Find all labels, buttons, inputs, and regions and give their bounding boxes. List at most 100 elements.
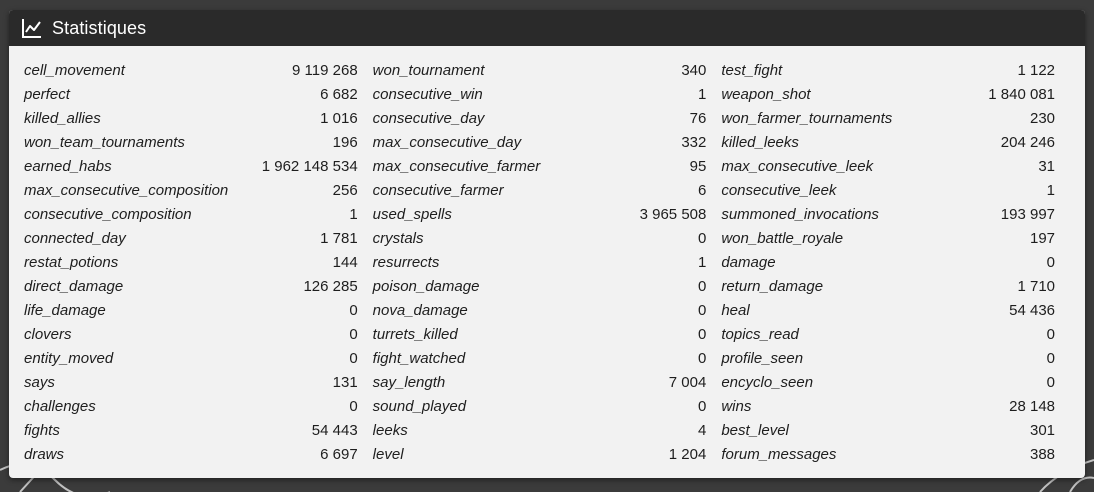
stat-name: summoned_invocations bbox=[721, 205, 879, 223]
panel-title: Statistiques bbox=[52, 17, 147, 38]
stat-name: resurrects bbox=[372, 253, 440, 271]
stat-value: 0 bbox=[1046, 349, 1056, 367]
stat-row: draws 6 697 bbox=[24, 442, 358, 466]
stat-row: won_battle_royale 197 bbox=[721, 226, 1055, 250]
stat-row: level 1 204 bbox=[373, 442, 707, 466]
stat-row: cell_movement 9 119 268 bbox=[24, 58, 358, 82]
stat-value: 301 bbox=[1029, 421, 1056, 439]
stat-name: heal bbox=[721, 301, 750, 319]
stat-row: max_consecutive_composition 256 bbox=[24, 178, 358, 202]
stats-column: cell_movement 9 119 268 perfect 6 682 killed… bbox=[24, 58, 373, 466]
stat-name: leeks bbox=[372, 421, 408, 439]
stat-row: encyclo_seen 0 bbox=[721, 370, 1055, 394]
statistics-panel: Statistiques cell_movement 9 119 268 perfe… bbox=[9, 10, 1085, 478]
stat-name: topics_read bbox=[721, 325, 799, 343]
stat-name: cell_movement bbox=[24, 61, 125, 79]
stat-name: won_team_tournaments bbox=[24, 133, 185, 151]
stat-name: sound_played bbox=[372, 397, 467, 415]
stat-row: weapon_shot 1 840 081 bbox=[721, 82, 1055, 106]
stat-name: life_damage bbox=[24, 301, 106, 319]
stat-value: 1 bbox=[1046, 181, 1056, 199]
stat-value: 54 443 bbox=[311, 421, 358, 439]
stat-name: turrets_killed bbox=[372, 325, 458, 343]
stat-name: say_length bbox=[372, 373, 446, 391]
stat-value: 1 710 bbox=[1017, 277, 1056, 295]
stat-row: won_tournament 340 bbox=[373, 58, 707, 82]
stats-column: test_fight 1 122 weapon_shot 1 840 081 won_f… bbox=[721, 58, 1070, 466]
stats-grid: cell_movement 9 119 268 perfect 6 682 killed… bbox=[9, 46, 1085, 466]
stat-row: nova_damage 0 bbox=[373, 298, 707, 322]
stat-value: 76 bbox=[689, 109, 707, 127]
stat-row: killed_leeks 204 246 bbox=[721, 130, 1055, 154]
stat-value: 1 bbox=[349, 205, 358, 223]
stat-value: 0 bbox=[698, 325, 707, 343]
stat-name: won_battle_royale bbox=[721, 229, 844, 247]
stat-value: 0 bbox=[698, 301, 707, 319]
stat-row: perfect 6 682 bbox=[24, 82, 358, 106]
stat-name: wins bbox=[721, 397, 752, 415]
stat-value: 1 bbox=[698, 85, 707, 103]
stat-value: 9 119 268 bbox=[292, 61, 358, 79]
stat-value: 0 bbox=[349, 301, 358, 319]
stat-row: entity_moved 0 bbox=[24, 346, 358, 370]
stat-value: 6 697 bbox=[320, 445, 358, 463]
stat-name: fights bbox=[24, 421, 60, 439]
stat-row: consecutive_win 1 bbox=[373, 82, 707, 106]
stat-value: 0 bbox=[349, 397, 358, 415]
stat-row: sound_played 0 bbox=[373, 394, 707, 418]
panel-header: Statistiques bbox=[9, 10, 1085, 46]
stat-value: 95 bbox=[689, 157, 707, 175]
line-chart-icon bbox=[21, 17, 43, 39]
stat-name: killed_leeks bbox=[721, 133, 799, 151]
stat-row: say_length 7 004 bbox=[373, 370, 707, 394]
stat-name: clovers bbox=[24, 325, 72, 343]
stat-name: level bbox=[372, 445, 404, 463]
stats-column: won_tournament 340 consecutive_win 1consecu… bbox=[373, 58, 722, 466]
stat-row: profile_seen 0 bbox=[721, 346, 1055, 370]
stat-row: consecutive_farmer 6 bbox=[373, 178, 707, 202]
stat-row: test_fight 1 122 bbox=[721, 58, 1055, 82]
stat-row: says 131 bbox=[24, 370, 358, 394]
stat-value: 1 204 bbox=[668, 445, 707, 463]
stat-row: used_spells 3 965 508 bbox=[373, 202, 707, 226]
stat-name: won_tournament bbox=[372, 61, 485, 79]
stat-row: summoned_invocations 193 997 bbox=[721, 202, 1055, 226]
stat-row: leeks 4 bbox=[373, 418, 707, 442]
stat-name: consecutive_day bbox=[372, 109, 485, 127]
stat-value: 126 285 bbox=[303, 277, 358, 295]
stat-name: consecutive_farmer bbox=[372, 181, 504, 199]
stat-name: connected_day bbox=[24, 229, 126, 247]
stat-name: challenges bbox=[24, 397, 96, 415]
stat-value: 1 016 bbox=[320, 109, 358, 127]
stat-row: consecutive_leek 1 bbox=[721, 178, 1055, 202]
stat-row: crystals 0 bbox=[373, 226, 707, 250]
stat-value: 388 bbox=[1029, 445, 1056, 463]
stat-row: turrets_killed 0 bbox=[373, 322, 707, 346]
stat-value: 0 bbox=[1046, 373, 1056, 391]
stat-row: life_damage 0 bbox=[24, 298, 358, 322]
stat-value: 28 148 bbox=[1009, 397, 1056, 415]
stat-name: profile_seen bbox=[721, 349, 804, 367]
stat-value: 54 436 bbox=[1009, 301, 1056, 319]
stat-row: return_damage 1 710 bbox=[721, 274, 1055, 298]
stat-row: resurrects 1 bbox=[373, 250, 707, 274]
stat-value: 1 840 081 bbox=[988, 85, 1056, 103]
stat-name: consecutive_leek bbox=[721, 181, 837, 199]
stat-value: 0 bbox=[698, 349, 707, 367]
stat-value: 6 bbox=[698, 181, 707, 199]
stat-name: best_level bbox=[721, 421, 789, 439]
stat-row: connected_day 1 781 bbox=[24, 226, 358, 250]
stat-row: max_consecutive_leek 31 bbox=[721, 154, 1055, 178]
stat-value: 0 bbox=[349, 325, 358, 343]
stat-value: 4 bbox=[698, 421, 707, 439]
stat-row: earned_habs 1 962 148 534 bbox=[24, 154, 358, 178]
stat-name: nova_damage bbox=[372, 301, 468, 319]
stat-name: says bbox=[24, 373, 55, 391]
stat-value: 144 bbox=[332, 253, 358, 271]
stat-row: won_farmer_tournaments 230 bbox=[721, 106, 1055, 130]
stat-row: damage 0 bbox=[721, 250, 1055, 274]
stat-row: topics_read 0 bbox=[721, 322, 1055, 346]
stat-row: restat_potions 144 bbox=[24, 250, 358, 274]
stat-name: encyclo_seen bbox=[721, 373, 814, 391]
stat-name: max_consecutive_day bbox=[372, 133, 522, 151]
